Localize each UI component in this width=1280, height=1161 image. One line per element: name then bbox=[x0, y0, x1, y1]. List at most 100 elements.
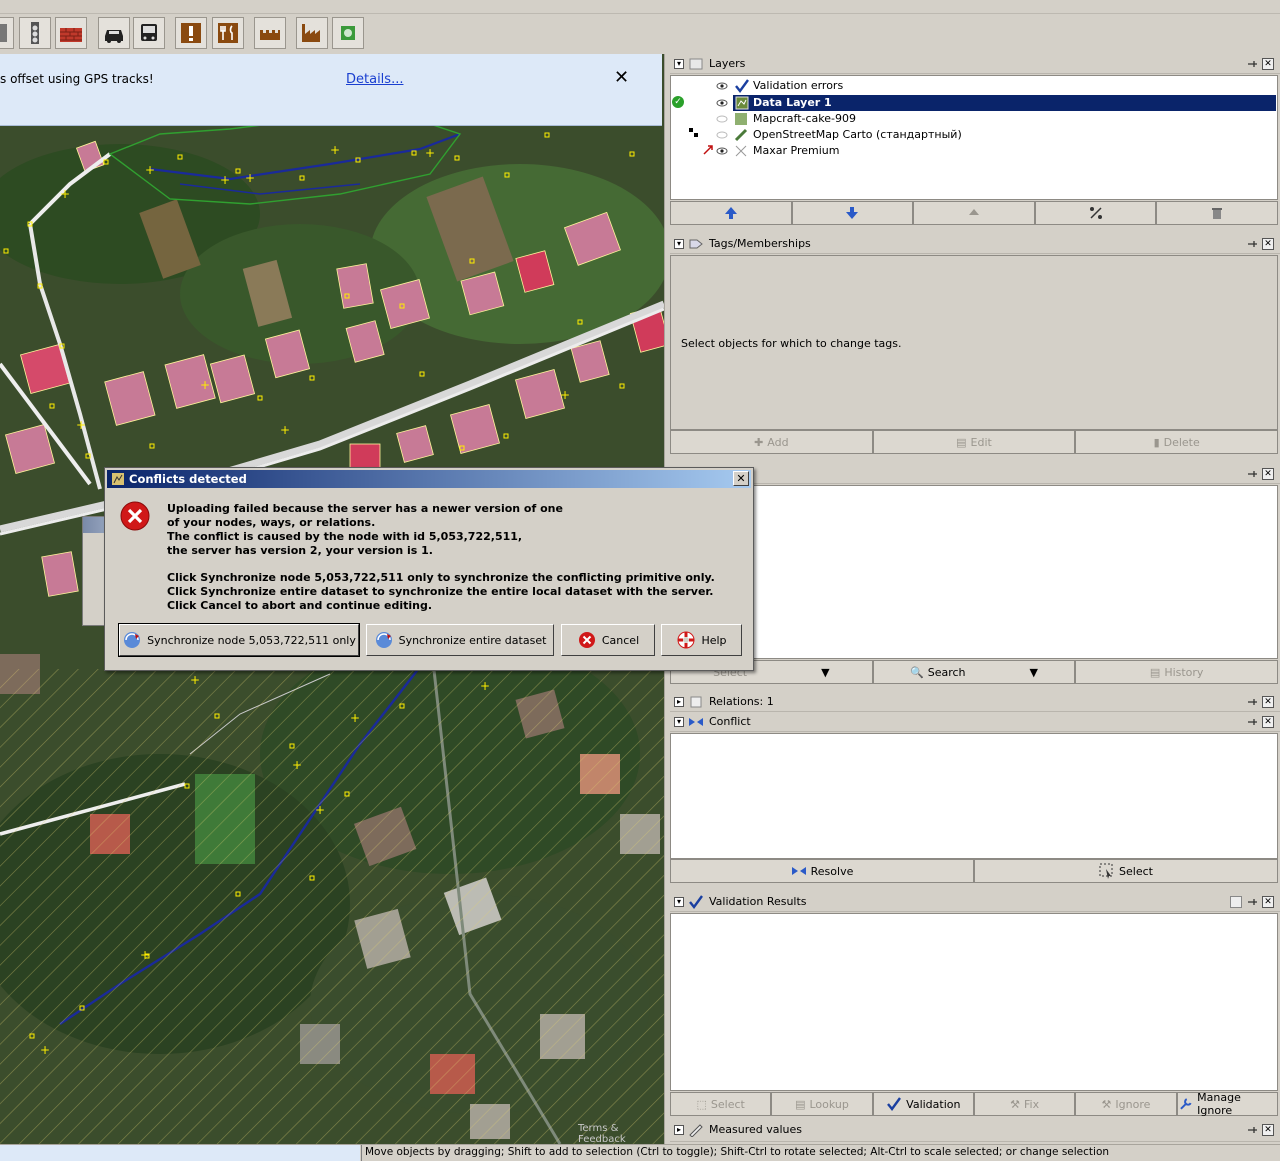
tags-toolbar: ✚ Add ▤ Edit ▮ Delete bbox=[670, 430, 1279, 454]
help-button[interactable]: Help bbox=[661, 624, 742, 656]
conflicts-dialog: Conflicts detected ✕ Uploading failed be… bbox=[104, 467, 754, 671]
validation-panel-header[interactable]: ▾ Validation Results ✕ bbox=[670, 892, 1280, 912]
pin-icon[interactable] bbox=[1246, 238, 1258, 250]
arrow-down-icon bbox=[846, 207, 859, 219]
selection-list[interactable] bbox=[670, 485, 1278, 659]
exclamation-icon[interactable] bbox=[175, 17, 207, 49]
tool-icon-1[interactable] bbox=[0, 17, 14, 49]
manage-ignore-label: Manage Ignore bbox=[1197, 1091, 1241, 1117]
panel-close-icon[interactable]: ✕ bbox=[1262, 696, 1274, 708]
validation-select-button[interactable]: ⬚ Select bbox=[670, 1092, 772, 1116]
percent-icon bbox=[1089, 207, 1102, 219]
eye-icon[interactable] bbox=[716, 147, 728, 155]
app-icon bbox=[112, 473, 124, 485]
history-icon: ▤ bbox=[1149, 665, 1161, 679]
layer-row-osm-carto[interactable]: OpenStreetMap Carto (стандартный) bbox=[670, 127, 1276, 143]
sync-all-button[interactable]: Synchronize entire dataset bbox=[366, 624, 554, 656]
ruler-icon bbox=[689, 1124, 703, 1137]
wall-icon[interactable] bbox=[55, 17, 87, 49]
search-dropdown-button[interactable]: 🔍 Search ▼ bbox=[872, 660, 1076, 684]
measured-panel-header[interactable]: ▸ Measured values ✕ bbox=[670, 1120, 1280, 1142]
collapse-toggle-icon[interactable]: ▾ bbox=[674, 239, 684, 249]
conflict-select-button[interactable]: Select bbox=[974, 859, 1278, 883]
lifebuoy-icon bbox=[677, 631, 695, 649]
lookup-button[interactable]: ▤ Lookup bbox=[771, 1092, 873, 1116]
relations-panel-header[interactable]: ▸ Relations: 1 ✕ bbox=[670, 692, 1280, 712]
traffic-light-icon[interactable] bbox=[19, 17, 51, 49]
layers-icon bbox=[689, 58, 703, 70]
conflict-panel-header[interactable]: ▾ Conflict ✕ bbox=[670, 712, 1280, 732]
svg-text:+: + bbox=[330, 143, 340, 157]
history-button[interactable]: ▤ History bbox=[1075, 660, 1279, 684]
move-up-button[interactable] bbox=[670, 201, 792, 225]
edit-tag-button[interactable]: ▤ Edit bbox=[872, 430, 1076, 454]
validation-button[interactable]: Validation bbox=[872, 1092, 974, 1116]
tags-panel-header[interactable]: ▾ Tags/Memberships ✕ bbox=[670, 234, 1280, 254]
close-icon[interactable]: ✕ bbox=[614, 67, 629, 88]
factory-icon[interactable] bbox=[296, 17, 328, 49]
panel-close-icon[interactable]: ✕ bbox=[1262, 238, 1274, 250]
dialog-titlebar[interactable]: Conflicts detected ✕ bbox=[107, 470, 751, 488]
layer-name: OpenStreetMap Carto (стандартный) bbox=[753, 128, 962, 141]
cancel-button[interactable]: Cancel bbox=[561, 624, 655, 656]
pin-icon[interactable] bbox=[1246, 58, 1258, 70]
restaurant-icon[interactable] bbox=[212, 17, 244, 49]
conflict-icon bbox=[791, 867, 806, 875]
selection-panel-header[interactable]: ✕ bbox=[670, 464, 1280, 484]
close-icon[interactable]: ✕ bbox=[733, 471, 749, 486]
panel-close-icon[interactable]: ✕ bbox=[1262, 896, 1274, 908]
bus-icon[interactable] bbox=[133, 17, 165, 49]
eye-hidden-icon[interactable] bbox=[716, 131, 728, 139]
pin-icon[interactable] bbox=[1246, 696, 1258, 708]
settings-icon[interactable] bbox=[1230, 896, 1242, 908]
validation-panel-title: Validation Results bbox=[709, 895, 807, 908]
layer-row-data-layer-1[interactable]: Data Layer 1 bbox=[733, 95, 1276, 111]
castle-icon[interactable] bbox=[254, 17, 286, 49]
layer-row-maxar[interactable]: Maxar Premium bbox=[670, 143, 1276, 159]
pin-icon[interactable] bbox=[1246, 1124, 1258, 1136]
selection-toolbar: Select ▼ 🔍 Search ▼ ▤ History bbox=[670, 660, 1279, 684]
eye-icon[interactable] bbox=[716, 99, 728, 107]
fix-button[interactable]: ⚒ Fix bbox=[973, 1092, 1076, 1116]
expand-toggle-icon[interactable]: ▸ bbox=[674, 1125, 684, 1135]
svg-text:+: + bbox=[480, 679, 490, 693]
layer-row-validation[interactable]: Validation errors bbox=[670, 78, 1276, 94]
collapse-toggle-icon[interactable]: ▾ bbox=[674, 717, 684, 727]
opacity-button[interactable] bbox=[1034, 201, 1157, 225]
panel-close-icon[interactable]: ✕ bbox=[1262, 1124, 1274, 1136]
collapse-toggle-icon[interactable]: ▾ bbox=[674, 59, 684, 69]
pin-icon[interactable] bbox=[1246, 468, 1258, 480]
toolbar bbox=[0, 14, 1280, 54]
resolve-button[interactable]: Resolve bbox=[670, 859, 974, 883]
ignore-button[interactable]: ⚒ Ignore bbox=[1075, 1092, 1177, 1116]
sync-node-button[interactable]: Synchronize node 5,053,722,511 only bbox=[118, 623, 360, 657]
car-icon[interactable] bbox=[98, 17, 130, 49]
delete-tag-button[interactable]: ▮ Delete bbox=[1075, 430, 1279, 454]
panel-close-icon[interactable]: ✕ bbox=[1262, 468, 1274, 480]
expand-toggle-icon[interactable]: ▸ bbox=[674, 697, 684, 707]
merge-button[interactable] bbox=[913, 201, 1035, 225]
validation-list[interactable] bbox=[670, 913, 1278, 1091]
layers-panel-header[interactable]: ▾ Layers ✕ bbox=[670, 54, 1280, 74]
pin-icon[interactable] bbox=[1246, 716, 1258, 728]
conflict-list[interactable] bbox=[670, 733, 1278, 859]
map-attribution[interactable]: Terms & Feedback bbox=[578, 1123, 664, 1144]
add-tag-button[interactable]: ✚ Add bbox=[670, 430, 873, 454]
eye-hidden-icon[interactable] bbox=[716, 115, 728, 123]
plugin-icon[interactable] bbox=[332, 17, 364, 49]
delete-layer-button[interactable] bbox=[1156, 201, 1278, 225]
chevron-down-icon[interactable]: ▼ bbox=[821, 666, 829, 679]
title-strip bbox=[0, 0, 1280, 14]
panel-close-icon[interactable]: ✕ bbox=[1262, 58, 1274, 70]
chevron-down-icon[interactable]: ▼ bbox=[1030, 666, 1038, 679]
move-down-button[interactable] bbox=[791, 201, 914, 225]
layer-row-mapcraft[interactable]: Mapcraft-cake-909 bbox=[670, 111, 1276, 127]
details-link[interactable]: Details... bbox=[346, 72, 403, 87]
pin-icon[interactable] bbox=[1246, 896, 1258, 908]
manage-ignore-button[interactable]: Manage Ignore bbox=[1176, 1091, 1278, 1117]
eye-icon[interactable] bbox=[716, 82, 728, 90]
svg-text:+: + bbox=[350, 711, 360, 725]
wrench-icon bbox=[1179, 1098, 1192, 1110]
panel-close-icon[interactable]: ✕ bbox=[1262, 716, 1274, 728]
collapse-toggle-icon[interactable]: ▾ bbox=[674, 897, 684, 907]
